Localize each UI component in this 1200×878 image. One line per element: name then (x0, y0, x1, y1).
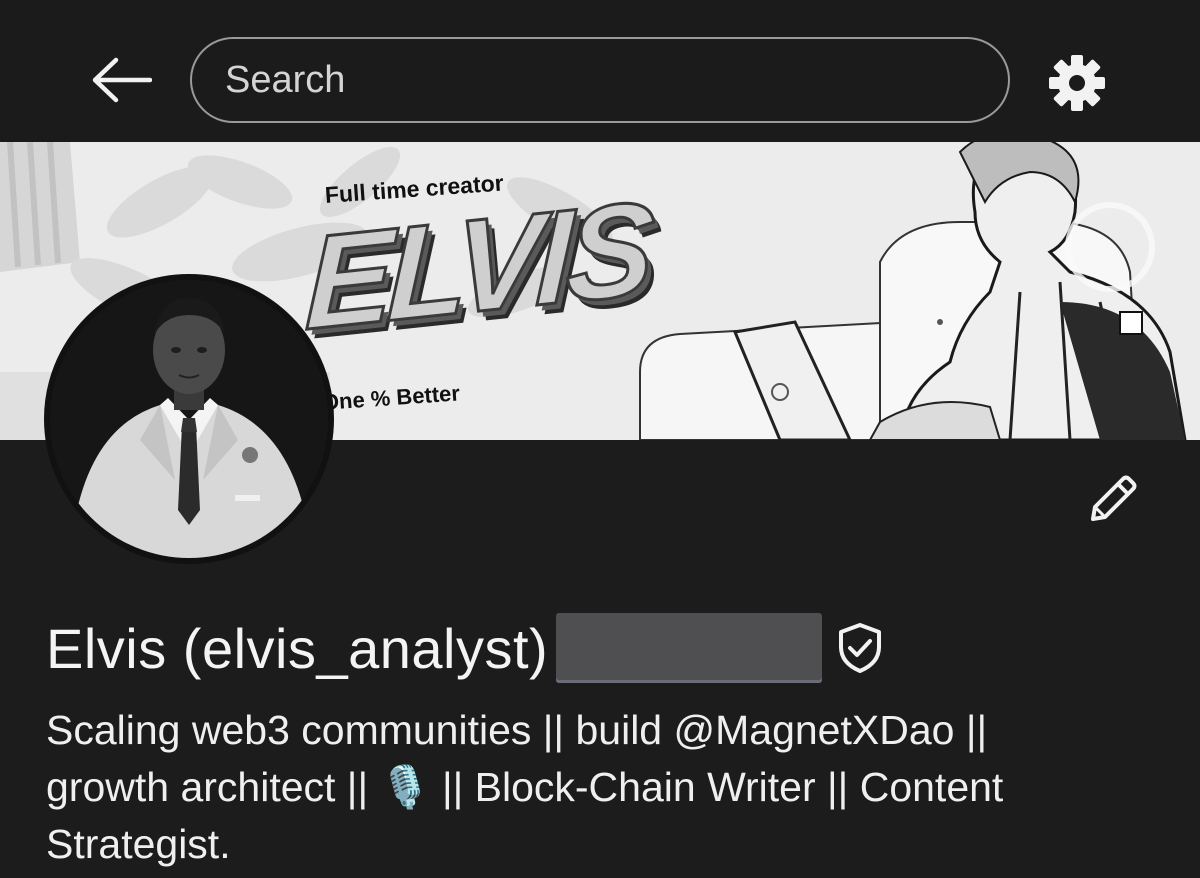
edit-profile-button[interactable] (1078, 468, 1144, 534)
search-input[interactable] (225, 58, 1008, 102)
bio-line-1: Scaling web3 communities || build @Magne… (46, 707, 988, 753)
bio-line-2-end: || Block-Chain Writer || Content (430, 764, 1004, 810)
bio-line-3: Strategist. (46, 821, 231, 867)
top-bar (0, 0, 1200, 142)
search-field[interactable] (190, 37, 1010, 123)
profile-name: Elvis (elvis_analyst) (46, 616, 549, 680)
bio-line-2: growth architect || 🎙️ || Block-Chain Wr… (46, 759, 1166, 816)
profile-bio: Scaling web3 communities || build @Magne… (46, 702, 1166, 873)
bio-line-2-start: growth architect || (46, 764, 380, 810)
back-button[interactable] (86, 50, 156, 110)
profile-name-row: Elvis (elvis_analyst) (46, 608, 886, 688)
avatar-photo (50, 280, 328, 558)
microphone-emoji: 🎙️ (379, 764, 431, 810)
settings-button[interactable] (1044, 50, 1110, 116)
verified-badge[interactable] (834, 620, 886, 676)
pencil-icon (1091, 475, 1137, 521)
gear-icon (1049, 55, 1105, 111)
shield-check-icon (839, 623, 882, 673)
avatar[interactable] (44, 274, 334, 564)
arrow-left-icon (92, 57, 152, 103)
redacted-block (556, 613, 823, 683)
